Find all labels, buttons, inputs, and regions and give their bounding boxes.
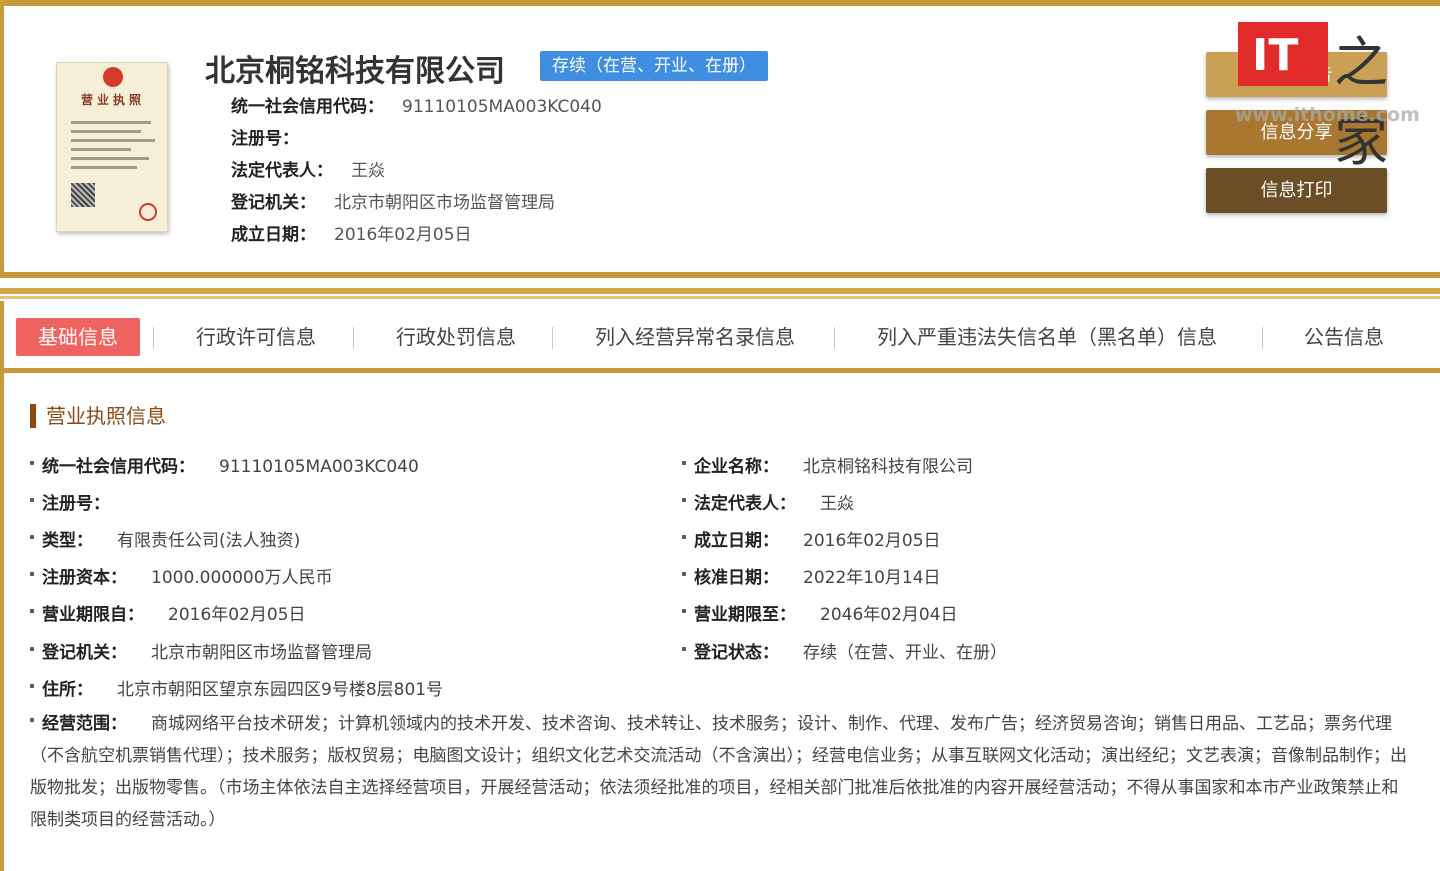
row-value: 2016年02月05日 xyxy=(334,225,472,245)
field-legal-representative: 法定代表人： 王焱 xyxy=(682,489,854,514)
field-label: 经营范围： xyxy=(42,714,127,734)
field-value: 王焱 xyxy=(820,494,854,514)
qr-code-icon xyxy=(71,183,95,207)
tab-separator xyxy=(153,327,154,349)
field-label: 类型： xyxy=(42,531,93,551)
bullet-icon xyxy=(30,498,34,502)
field-value: 2016年02月05日 xyxy=(803,531,941,551)
header-established-row: 成立日期： 2016年02月05日 xyxy=(231,220,472,245)
field-term-from: 营业期限自： 2016年02月05日 xyxy=(30,600,306,625)
field-label: 成立日期： xyxy=(694,531,779,551)
field-label: 法定代表人： xyxy=(694,494,796,514)
license-text-lines xyxy=(71,121,157,175)
bullet-icon xyxy=(682,572,686,576)
field-value: 1000.000000万人民币 xyxy=(151,568,333,588)
bullet-icon xyxy=(682,647,686,651)
business-license-thumbnail[interactable]: 营业执照 xyxy=(56,62,168,232)
bullet-icon xyxy=(30,461,34,465)
field-approval-date: 核准日期： 2022年10月14日 xyxy=(682,563,941,588)
field-label: 企业名称： xyxy=(694,457,779,477)
field-address: 住所： 北京市朝阳区望京东园四区9号楼8层801号 xyxy=(30,675,443,700)
tab-separator xyxy=(552,327,553,349)
field-reg-status: 登记状态： 存续（在营、开业、在册） xyxy=(682,638,1007,663)
field-label: 营业期限自： xyxy=(42,605,144,625)
field-established-date: 成立日期： 2016年02月05日 xyxy=(682,526,941,551)
ithome-logo-text: IT xyxy=(1252,30,1299,81)
field-reg-authority: 登记机关： 北京市朝阳区市场监督管理局 xyxy=(30,638,372,663)
tab-admin-penalty[interactable]: 行政处罚信息 xyxy=(396,318,516,356)
header-authority-row: 登记机关： 北京市朝阳区市场监督管理局 xyxy=(231,188,555,213)
bullet-icon xyxy=(30,609,34,613)
field-reg-number: 注册号： xyxy=(30,489,134,514)
field-value: 北京市朝阳区望京东园四区9号楼8层801号 xyxy=(117,680,444,700)
tab-basic-info[interactable]: 基础信息 xyxy=(16,318,140,356)
bullet-icon xyxy=(682,535,686,539)
field-label: 注册号： xyxy=(42,494,110,514)
field-type: 类型： 有限责任公司(法人独资) xyxy=(30,526,300,551)
field-label: 营业期限至： xyxy=(694,605,796,625)
company-name: 北京桐铭科技有限公司 xyxy=(205,54,505,89)
field-value: 2022年10月14日 xyxy=(803,568,941,588)
row-label: 注册号： xyxy=(231,129,299,149)
ithome-logo-chinese: 之家 xyxy=(1334,31,1388,173)
official-seal-icon xyxy=(139,203,157,221)
field-value: 2016年02月05日 xyxy=(168,605,306,625)
row-value: 北京市朝阳区市场监督管理局 xyxy=(334,193,555,213)
header-reg-number-row: 注册号： xyxy=(231,124,317,149)
field-label: 核准日期： xyxy=(694,568,779,588)
tab-announcements[interactable]: 公告信息 xyxy=(1304,318,1384,356)
field-value: 北京市朝阳区市场监督管理局 xyxy=(151,643,372,663)
field-value: 商城网络平台技术研发；计算机领域内的技术开发、技术咨询、技术转让、技术服务；设计… xyxy=(30,714,1407,830)
row-value: 91110105MA003KC040 xyxy=(402,97,602,117)
field-label: 住所： xyxy=(42,680,93,700)
bullet-icon xyxy=(30,718,34,722)
field-value: 存续（在营、开业、在册） xyxy=(803,643,1007,663)
field-label: 登记状态： xyxy=(694,643,779,663)
row-label: 成立日期： xyxy=(231,225,316,245)
license-thumb-title: 营业执照 xyxy=(80,93,145,107)
divider-line xyxy=(0,288,1440,294)
field-credit-code: 统一社会信用代码： 91110105MA003KC040 xyxy=(30,452,419,477)
tab-admin-license[interactable]: 行政许可信息 xyxy=(196,318,316,356)
divider-line-thin xyxy=(0,296,1440,299)
field-label: 统一社会信用代码： xyxy=(42,457,195,477)
bullet-icon xyxy=(30,647,34,651)
bullet-icon xyxy=(682,461,686,465)
row-value: 王焱 xyxy=(351,161,385,181)
bullet-icon xyxy=(30,535,34,539)
tab-separator xyxy=(1262,327,1263,349)
bullet-icon xyxy=(682,609,686,613)
tab-abnormal-operation[interactable]: 列入经营异常名录信息 xyxy=(595,318,795,356)
field-registered-capital: 注册资本： 1000.000000万人民币 xyxy=(30,563,333,588)
field-label: 登记机关： xyxy=(42,643,127,663)
national-emblem-icon xyxy=(103,67,123,87)
bullet-icon xyxy=(682,498,686,502)
status-badge: 存续（在营、开业、在册） xyxy=(540,51,768,81)
tab-separator xyxy=(353,327,354,349)
field-value: 2046年02月04日 xyxy=(820,605,958,625)
field-value: 91110105MA003KC040 xyxy=(219,457,419,477)
row-label: 法定代表人： xyxy=(231,161,333,181)
row-label: 统一社会信用代码： xyxy=(231,97,384,117)
section-title: 营业执照信息 xyxy=(30,404,166,428)
bullet-icon xyxy=(30,684,34,688)
field-value: 有限责任公司(法人独资) xyxy=(117,531,301,551)
field-term-to: 营业期限至： 2046年02月04日 xyxy=(682,600,958,625)
header-credit-code-row: 统一社会信用代码： 91110105MA003KC040 xyxy=(231,92,602,117)
field-business-scope: 经营范围： 商城网络平台技术研发；计算机领域内的技术开发、技术咨询、技术转让、技术… xyxy=(30,708,1410,836)
header-legal-rep-row: 法定代表人： 王焱 xyxy=(231,156,385,181)
ithome-watermark-url: www.ithome.com xyxy=(1235,104,1420,126)
field-label: 注册资本： xyxy=(42,568,127,588)
ithome-logo-icon: IT xyxy=(1238,22,1328,86)
tab-separator xyxy=(834,327,835,349)
field-value: 北京桐铭科技有限公司 xyxy=(803,457,973,477)
row-label: 登记机关： xyxy=(231,193,316,213)
tab-blacklist[interactable]: 列入严重违法失信名单（黑名单）信息 xyxy=(877,318,1217,356)
field-company-name: 企业名称： 北京桐铭科技有限公司 xyxy=(682,452,973,477)
bullet-icon xyxy=(30,572,34,576)
